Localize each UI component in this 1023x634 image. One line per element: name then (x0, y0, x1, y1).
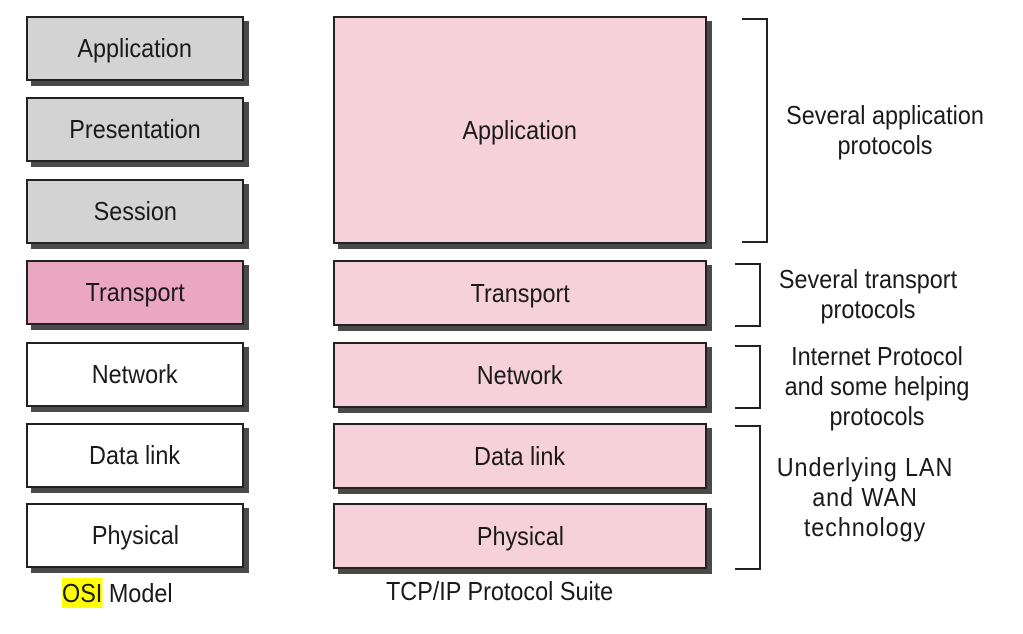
osi-application: Application (26, 16, 244, 81)
tcpip-transport: Transport (333, 260, 707, 326)
osi-transport: Transport (26, 260, 244, 325)
note-application: Several application protocols (786, 100, 984, 160)
osi-physical: Physical (26, 503, 244, 568)
note-network: Internet Protocol and some helping proto… (784, 341, 970, 431)
bracket-network (735, 345, 761, 409)
tcpip-application: Application (333, 16, 707, 244)
osi-presentation: Presentation (26, 97, 244, 162)
tcpip-data-link: Data link (333, 423, 707, 489)
tcpip-caption: TCP/IP Protocol Suite (386, 576, 614, 606)
bracket-application (742, 18, 768, 243)
osi-session: Session (26, 179, 244, 244)
osi-network: Network (26, 342, 244, 407)
bracket-transport (735, 263, 761, 327)
osi-data-link: Data link (26, 423, 244, 488)
note-transport: Several transport protocols (778, 264, 958, 324)
note-lower: Underlying LAN and WAN technology (776, 452, 954, 542)
tcpip-network: Network (333, 342, 707, 408)
osi-caption: OSI Model (62, 578, 173, 608)
tcpip-physical: Physical (333, 503, 707, 569)
